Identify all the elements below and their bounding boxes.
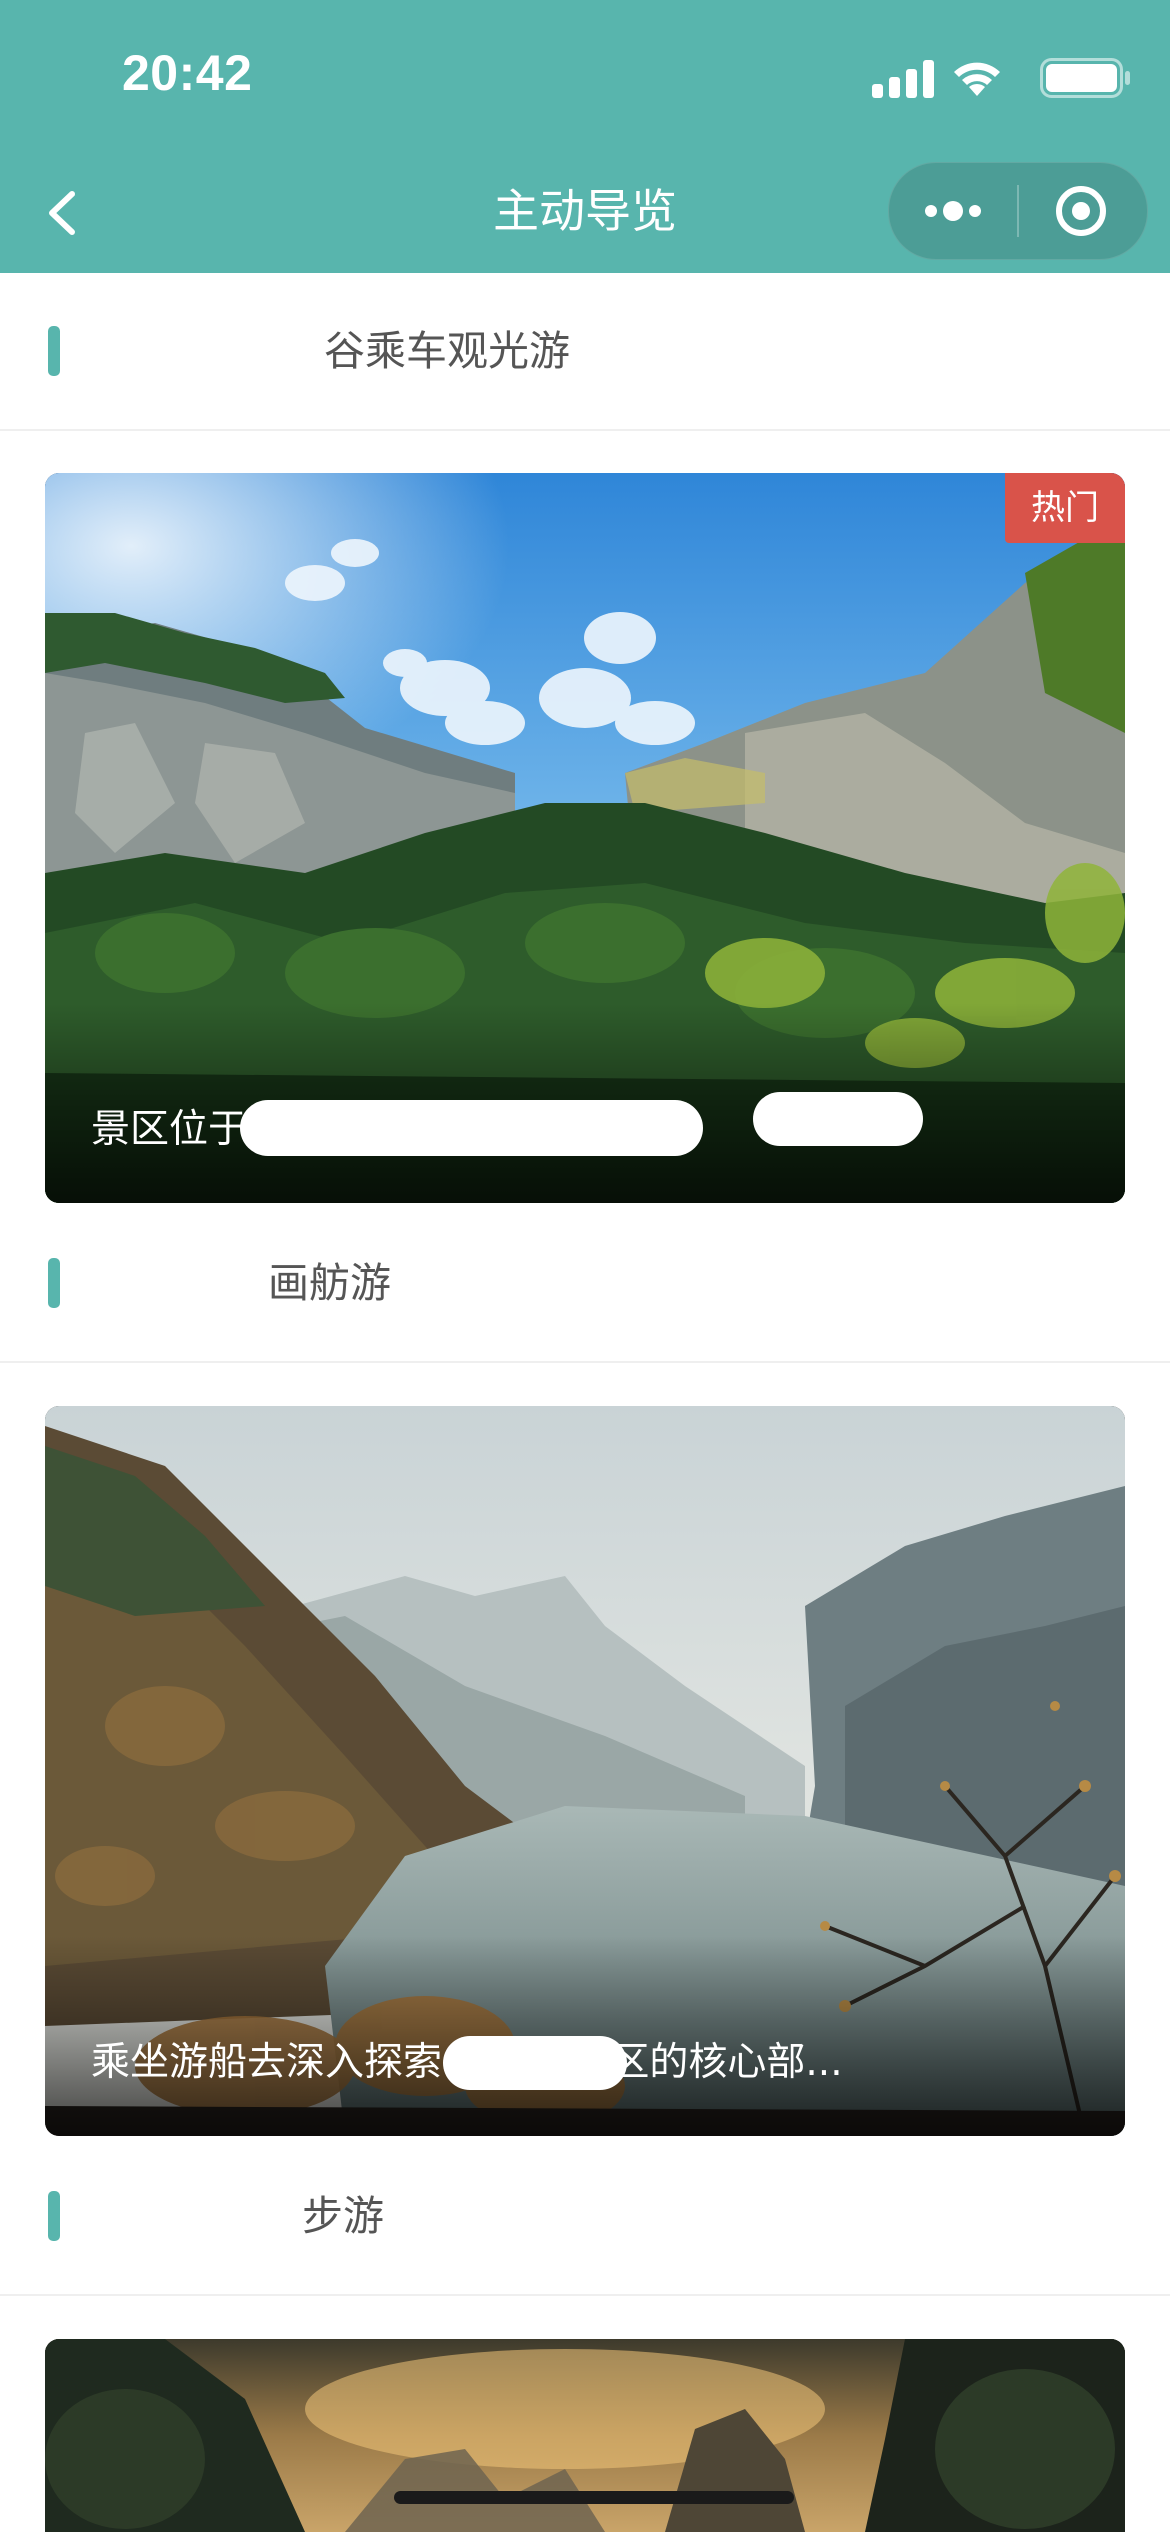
status-bar: 20:42 [0,0,1170,150]
miniprogram-capsule [888,162,1148,260]
redaction-mark [443,2036,627,2090]
target-circle-icon [1056,186,1106,236]
tour-card[interactable]: 乘坐游船去深入探索 裂谷风景区的核心部... [45,1406,1125,2136]
redaction-mark [240,1100,703,1156]
section-accent-bar [48,1258,60,1308]
more-button[interactable] [889,163,1017,259]
nav-bar: 主动导览 [0,150,1170,273]
close-miniprogram-button[interactable] [1019,163,1147,259]
section-header[interactable]: 画舫游 [0,1205,1170,1363]
hot-badge: 热门 [1005,473,1125,543]
tour-card[interactable]: 景区位于 界处， 中段... 热门 [45,473,1125,1203]
section-title: 画舫游 [268,1259,391,1307]
more-dots-icon [925,201,981,221]
redaction-mark [753,1092,923,1146]
section-accent-bar [48,2191,60,2241]
wifi-icon [954,62,1000,96]
section-header[interactable]: 谷乘车观光游 [0,273,1170,431]
section-header[interactable]: 步游 [0,2138,1170,2296]
status-time: 20:42 [122,45,253,101]
battery-icon [1040,58,1130,98]
section-accent-bar [48,326,60,376]
home-indicator[interactable] [394,2491,794,2504]
section-title: 谷乘车观光游 [324,327,570,375]
cellular-signal-icon [872,60,934,98]
section-title: 步游 [302,2192,384,2240]
